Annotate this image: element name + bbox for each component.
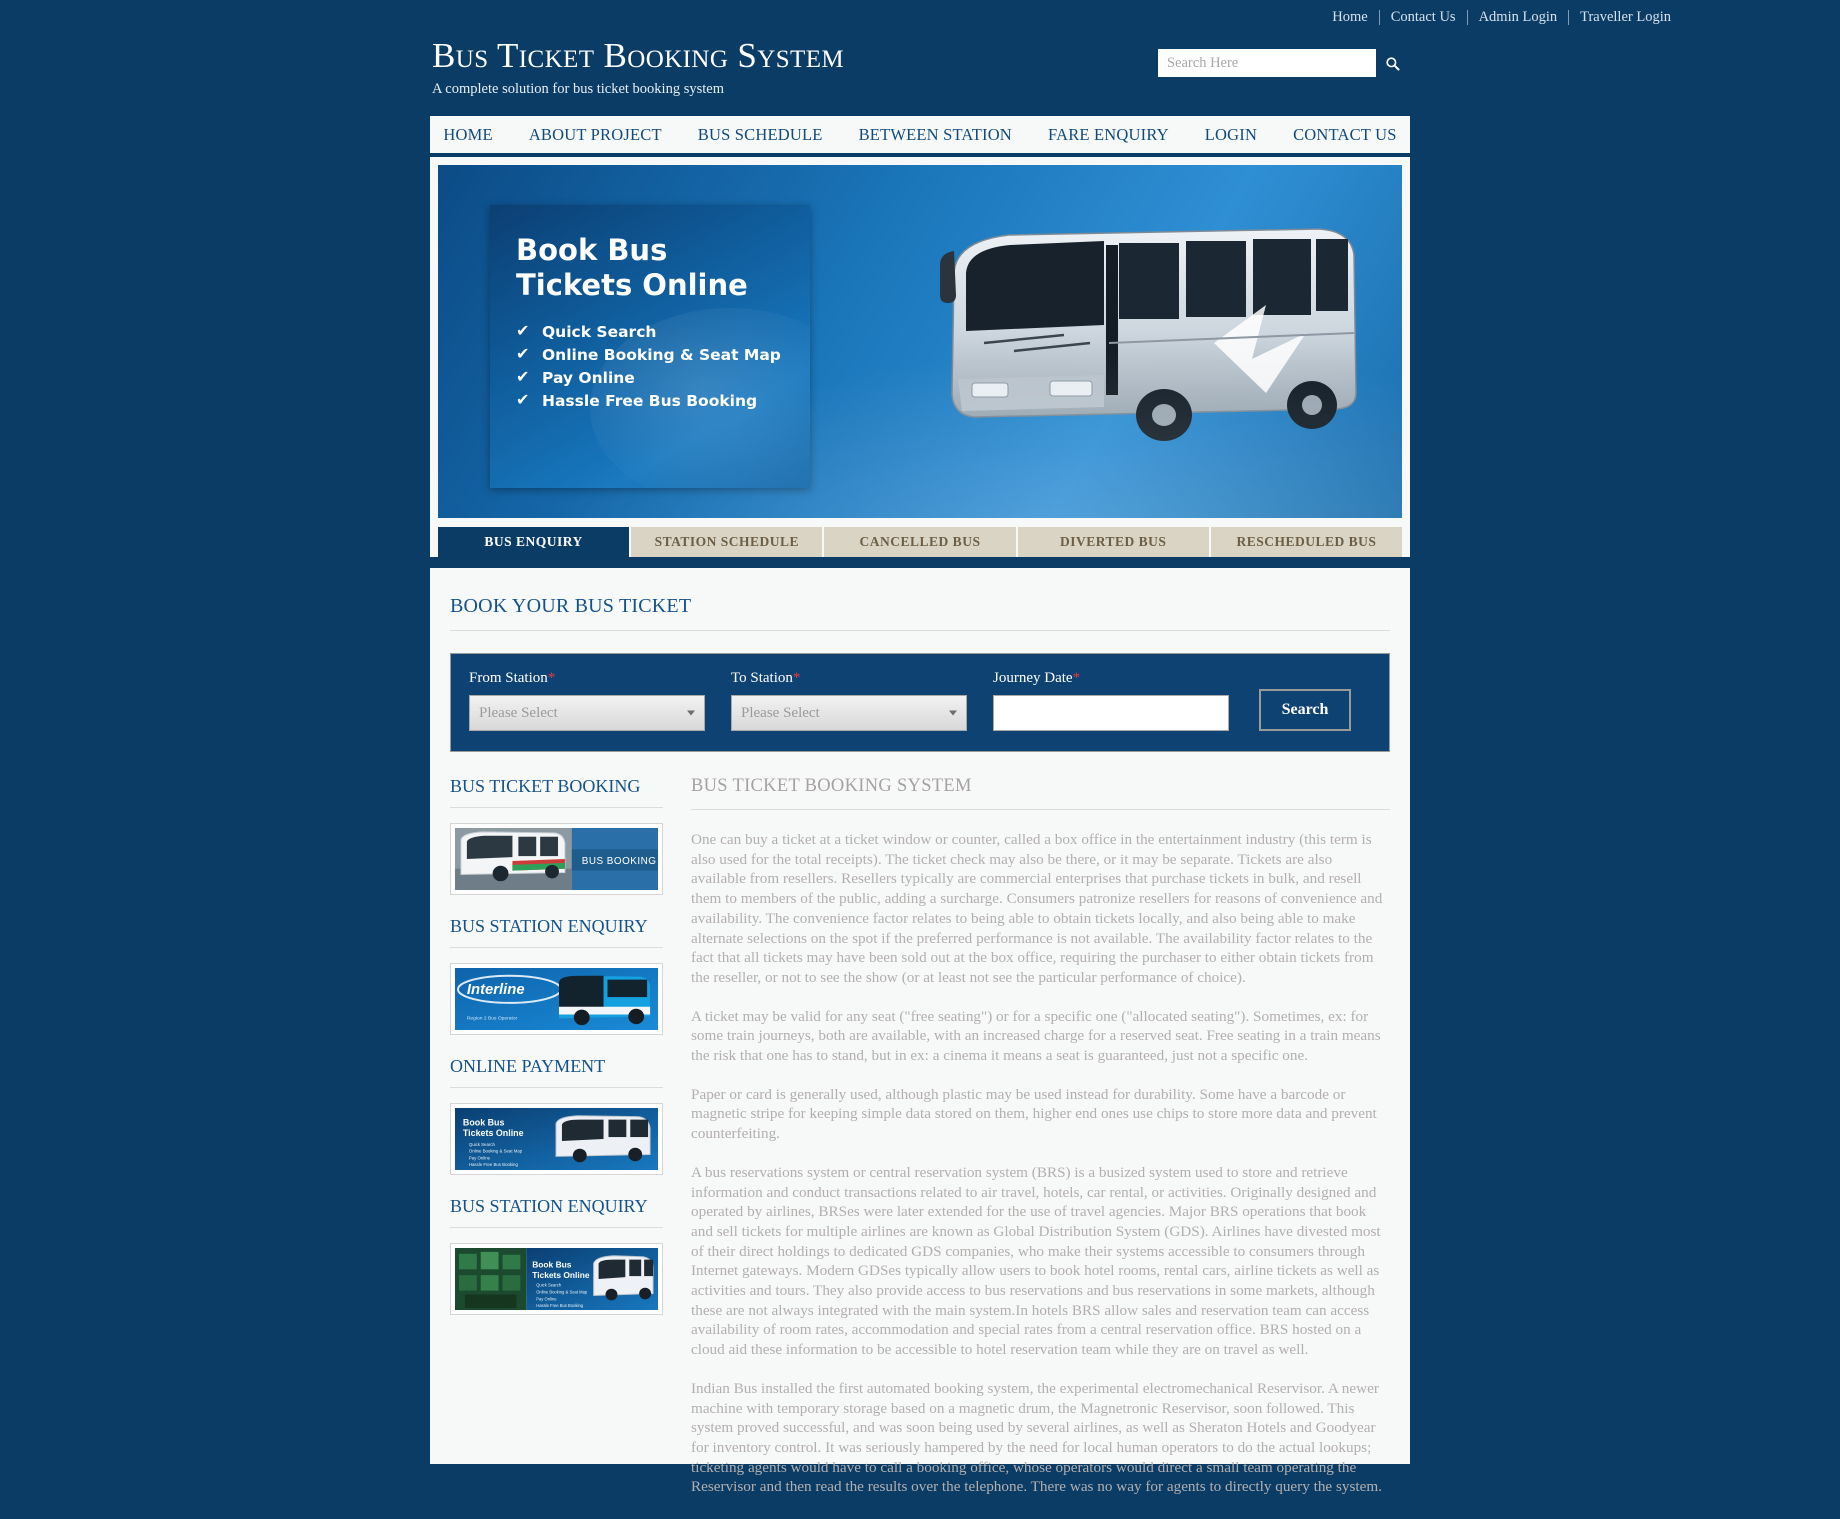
search-icon	[1385, 56, 1399, 70]
banner-tab-bar: BUS ENQUIRY STATION SCHEDULE CANCELLED B…	[438, 527, 1403, 557]
promo-feature-label: Quick Search	[542, 323, 657, 341]
sidebar-heading-bus-ticket-booking: BUS TICKET BOOKING	[450, 776, 663, 808]
content-columns: BUS TICKET BOOKING BUS BOOKING BUS STATI…	[450, 776, 1390, 1516]
nav-item-contact-us[interactable]: CONTACT US	[1275, 116, 1415, 153]
page-root: Home Contact Us Admin Login Traveller Lo…	[0, 0, 1840, 1519]
content-panel: BOOK YOUR BUS TICKET From Station* Pleas…	[430, 568, 1410, 1495]
banner-bus-image	[914, 193, 1384, 493]
journey-date-field: Journey Date*	[993, 670, 1229, 731]
to-station-select[interactable]: Please Select	[731, 695, 967, 731]
to-station-value: Please Select	[741, 704, 820, 721]
list-item: ✔ Hassle Free Bus Booking	[516, 390, 810, 413]
main-navigation: HOME ABOUT PROJECT BUS SCHEDULE BETWEEN …	[430, 114, 1410, 155]
chevron-down-icon	[949, 710, 957, 716]
tab-diverted-bus[interactable]: DIVERTED BUS	[1017, 527, 1211, 557]
booking-form: From Station* Please Select To Station* …	[450, 653, 1390, 752]
to-station-label: To Station*	[731, 670, 967, 687]
promo-headline-line1: Book Bus	[516, 233, 668, 267]
from-station-value: Please Select	[479, 704, 558, 721]
article-heading: BUS TICKET BOOKING SYSTEM	[691, 776, 1390, 810]
list-item: ✔ Pay Online	[516, 367, 810, 390]
search-input[interactable]	[1158, 49, 1376, 77]
svg-text:Pay Online: Pay Online	[536, 1296, 557, 1301]
check-icon: ✔	[516, 344, 530, 363]
svg-text:Book Bus: Book Bus	[463, 1118, 505, 1128]
promo-feature-label: Hassle Free Bus Booking	[542, 392, 758, 410]
svg-text:Interline: Interline	[467, 982, 525, 998]
sidebar-thumb-online-payment[interactable]: Book Bus Tickets Online Quick Search Onl…	[450, 1103, 663, 1175]
svg-text:Pay Online: Pay Online	[469, 1155, 491, 1160]
nav-item-about-project[interactable]: ABOUT PROJECT	[511, 116, 680, 153]
page-title: BOOK YOUR BUS TICKET	[450, 592, 1390, 631]
required-marker: *	[792, 670, 801, 686]
journey-date-input[interactable]	[993, 695, 1229, 731]
site-title: Bus Ticket Booking System	[432, 36, 845, 75]
svg-text:BUS BOOKING: BUS BOOKING	[582, 856, 657, 867]
nav-item-between-station[interactable]: BETWEEN STATION	[841, 116, 1030, 153]
hero-banner-container: Book Bus Tickets Online ✔ Quick Search ✔…	[430, 157, 1410, 557]
from-station-select[interactable]: Please Select	[469, 695, 705, 731]
sidebar-heading-online-payment: ONLINE PAYMENT	[450, 1056, 663, 1088]
promo-headline-line2: Tickets Online	[516, 268, 748, 302]
article-paragraph: A ticket may be valid for any seat ("fre…	[691, 1007, 1381, 1065]
hero-banner: Book Bus Tickets Online ✔ Quick Search ✔…	[438, 165, 1402, 518]
promo-feature-list: ✔ Quick Search ✔ Online Booking & Seat M…	[516, 321, 810, 413]
site-tagline: A complete solution for bus ticket booki…	[432, 81, 724, 97]
promo-card: Book Bus Tickets Online ✔ Quick Search ✔…	[490, 205, 810, 488]
nav-item-home[interactable]: HOME	[425, 116, 510, 153]
sidebar: BUS TICKET BOOKING BUS BOOKING BUS STATI…	[450, 776, 663, 1516]
promo-feature-label: Pay Online	[542, 369, 635, 387]
journey-date-label: Journey Date*	[993, 670, 1229, 687]
tab-station-schedule[interactable]: STATION SCHEDULE	[631, 527, 825, 557]
header-search	[1158, 49, 1408, 77]
svg-text:Online Booking & Seat Map: Online Booking & Seat Map	[469, 1149, 523, 1154]
promo-feature-label: Online Booking & Seat Map	[542, 346, 781, 364]
article-paragraph: Paper or card is generally used, althoug…	[691, 1085, 1377, 1143]
sidebar-heading-bus-station-enquiry-2: BUS STATION ENQUIRY	[450, 1196, 663, 1228]
svg-text:Book Bus: Book Bus	[532, 1259, 572, 1269]
sidebar-heading-bus-station-enquiry-1: BUS STATION ENQUIRY	[450, 916, 663, 948]
nav-item-bus-schedule[interactable]: BUS SCHEDULE	[680, 116, 841, 153]
tab-bus-enquiry[interactable]: BUS ENQUIRY	[438, 527, 632, 557]
label-text: To Station	[731, 670, 793, 686]
article: BUS TICKET BOOKING SYSTEM One can buy a …	[691, 776, 1390, 1516]
svg-text:Tickets Online: Tickets Online	[463, 1128, 524, 1138]
svg-text:Quick Search: Quick Search	[536, 1283, 562, 1288]
list-item: ✔ Quick Search	[516, 321, 810, 344]
nav-item-fare-enquiry[interactable]: FARE ENQUIRY	[1030, 116, 1187, 153]
nav-item-login[interactable]: LOGIN	[1187, 116, 1275, 153]
svg-text:Tickets Online: Tickets Online	[532, 1270, 590, 1280]
svg-text:Quick Search: Quick Search	[469, 1142, 496, 1147]
article-paragraph: Indian Bus installed the first automated…	[691, 1379, 1382, 1496]
sidebar-thumb-bus-booking[interactable]: BUS BOOKING	[450, 823, 663, 895]
list-item: ✔ Online Booking & Seat Map	[516, 344, 810, 367]
sidebar-thumb-interline[interactable]: Interline Region 2 Bus Operator	[450, 963, 663, 1035]
article-paragraph: A bus reservations system or central res…	[691, 1163, 1381, 1359]
sidebar-thumb-bus-interior[interactable]: Book Bus Tickets Online Quick Search Onl…	[450, 1243, 663, 1315]
svg-text:Hassle Free Bus Booking: Hassle Free Bus Booking	[536, 1303, 584, 1308]
to-station-field: To Station* Please Select	[731, 670, 967, 731]
site-header: Bus Ticket Booking System A complete sol…	[0, 0, 1840, 110]
search-button[interactable]	[1376, 49, 1408, 77]
article-paragraph: One can buy a ticket at a ticket window …	[691, 831, 1383, 986]
label-text: From Station	[469, 670, 548, 686]
check-icon: ✔	[516, 390, 530, 409]
svg-text:Online Booking & Seat Map: Online Booking & Seat Map	[536, 1290, 588, 1295]
required-marker: *	[1072, 670, 1081, 686]
tab-cancelled-bus[interactable]: CANCELLED BUS	[824, 527, 1018, 557]
check-icon: ✔	[516, 367, 530, 386]
from-station-field: From Station* Please Select	[469, 670, 705, 731]
from-station-label: From Station*	[469, 670, 705, 687]
tab-rescheduled-bus[interactable]: RESCHEDULED BUS	[1210, 527, 1403, 557]
svg-text:Hassle Free Bus Booking: Hassle Free Bus Booking	[469, 1162, 519, 1167]
check-icon: ✔	[516, 321, 530, 340]
svg-text:Region 2 Bus Operator: Region 2 Bus Operator	[467, 1015, 518, 1021]
chevron-down-icon	[687, 710, 695, 716]
required-marker: *	[547, 670, 556, 686]
search-submit-button[interactable]: Search	[1259, 689, 1351, 731]
label-text: Journey Date	[993, 670, 1073, 686]
